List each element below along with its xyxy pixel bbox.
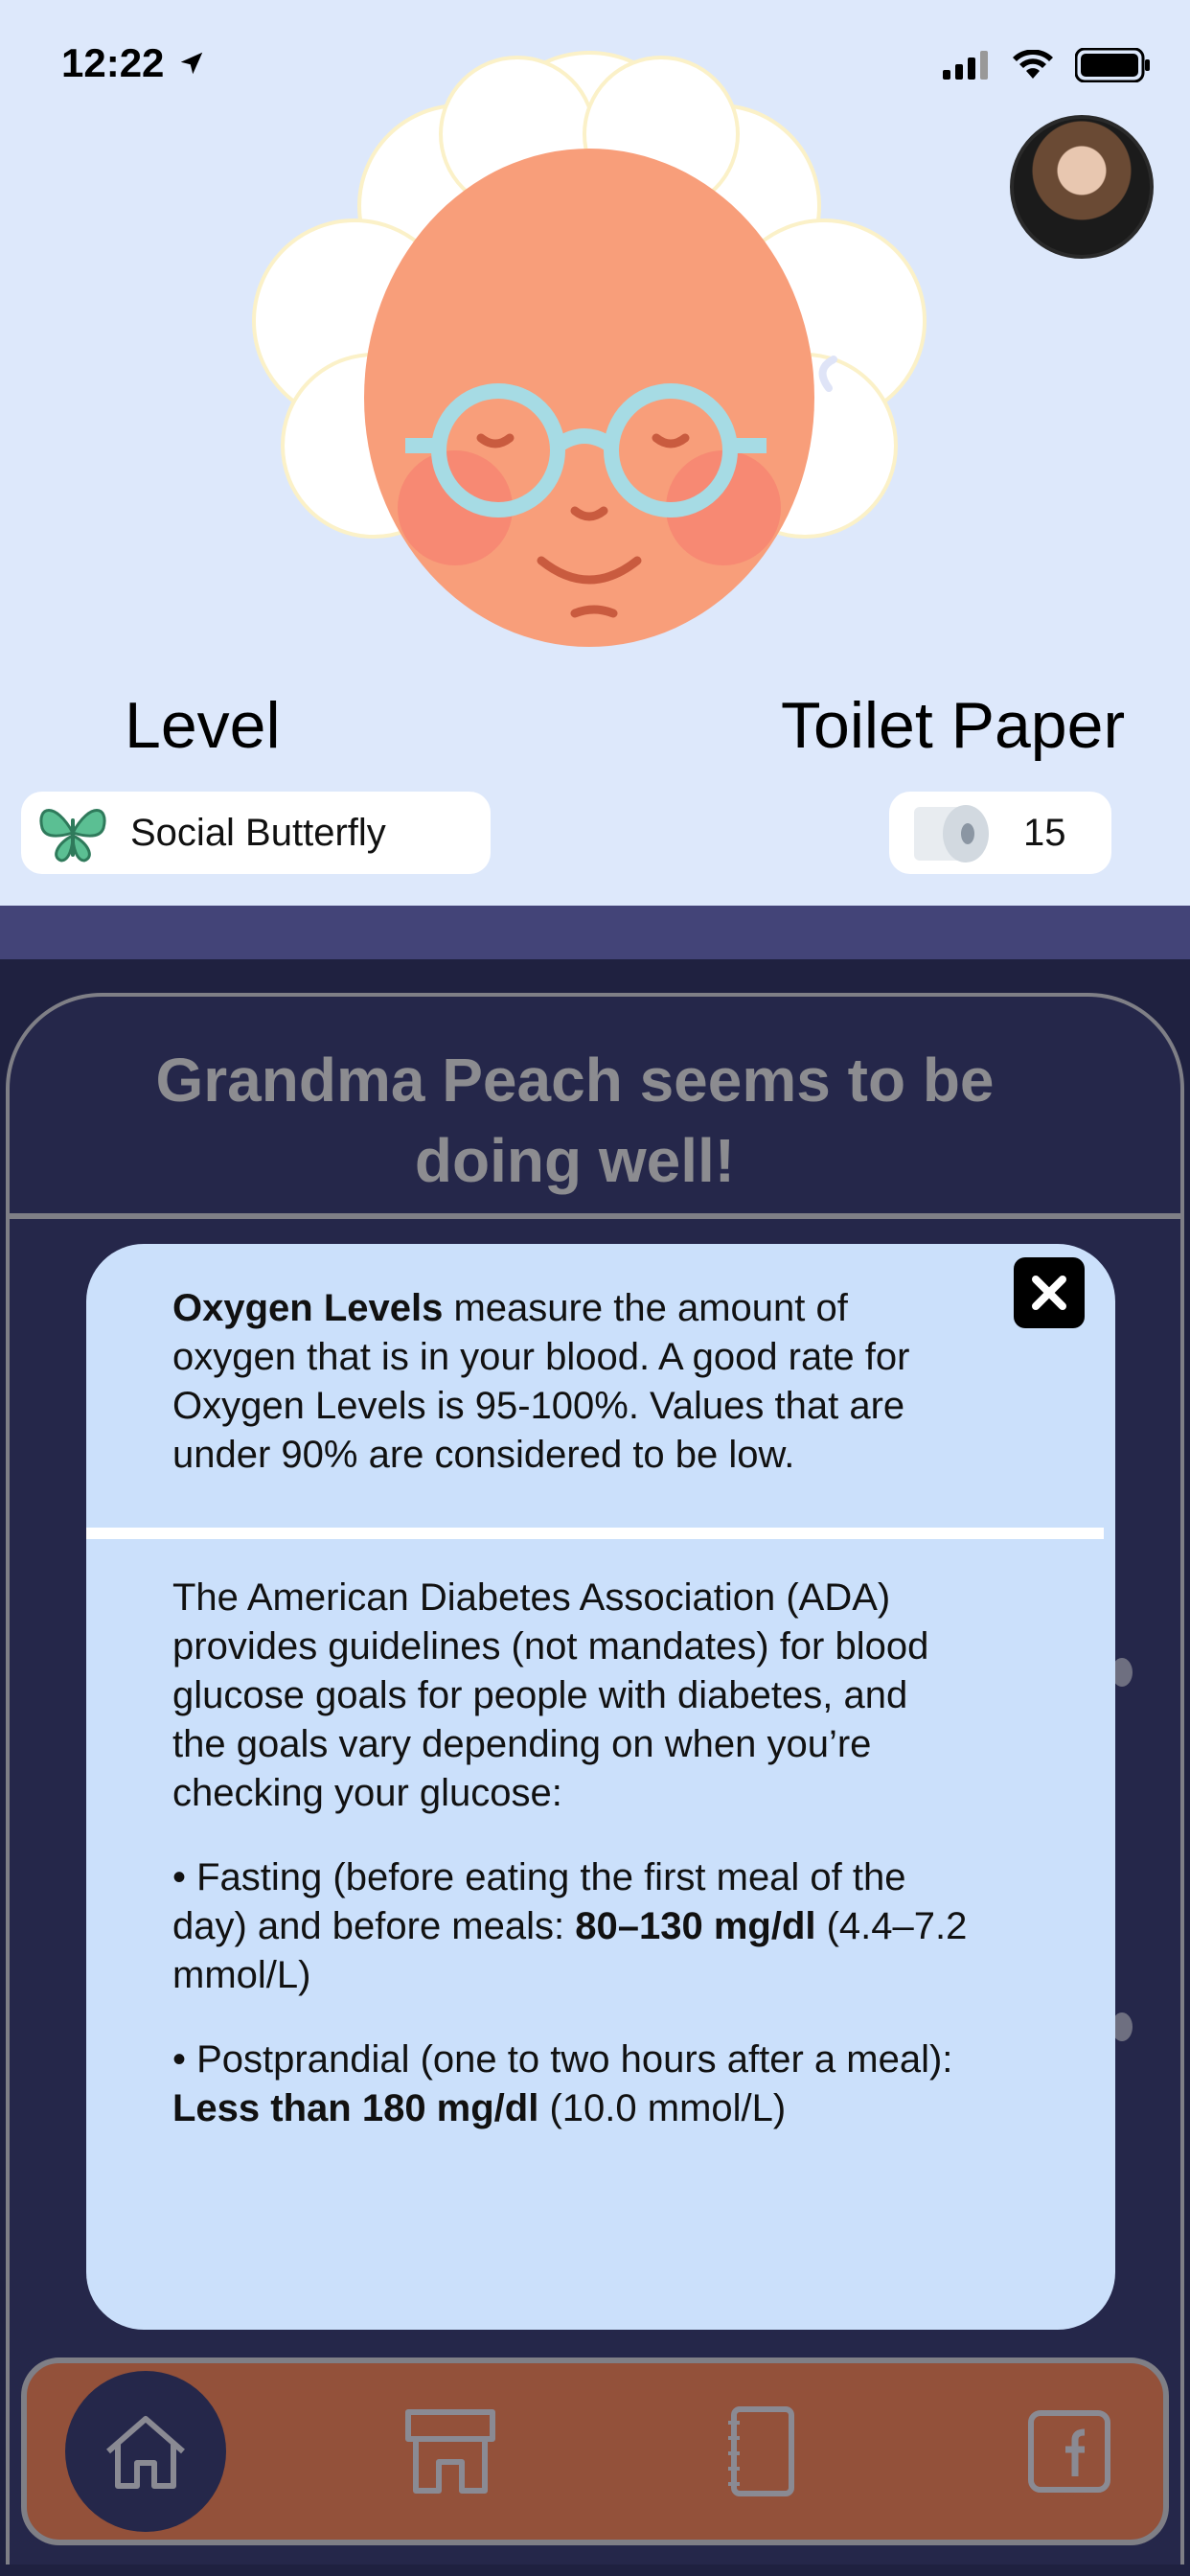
battery-icon xyxy=(1075,48,1150,82)
grandma-peach-avatar xyxy=(252,51,927,647)
title-line-2: doing well! xyxy=(414,1126,736,1195)
oxygen-line-1: measure the amount of xyxy=(443,1287,848,1329)
fasting-mmol: (4.4–7.2 xyxy=(815,1905,968,1947)
oxygen-line-3: Oxygen Levels is 95-100%. Values that ar… xyxy=(172,1385,905,1427)
toilet-paper-count-badge: 15 xyxy=(889,792,1111,874)
header-divider-band xyxy=(0,906,1190,963)
user-profile-photo[interactable] xyxy=(1010,115,1154,259)
level-badge: Social Butterfly xyxy=(21,792,491,874)
oxygen-info-text: Oxygen Levels measure the amount of oxyg… xyxy=(172,1284,1054,1480)
store-icon xyxy=(405,2409,495,2494)
fasting-line-3: mmol/L) xyxy=(172,1954,311,1996)
oxygen-line-2: oxygen that is in your blood. A good rat… xyxy=(172,1336,910,1378)
ada-line-4: the goals vary depending on when you’re xyxy=(172,1723,872,1765)
postprandial-line-1: • Postprandial (one to two hours after a… xyxy=(172,2038,953,2081)
fasting-range: 80–130 mg/dl xyxy=(575,1905,816,1947)
level-name: Social Butterfly xyxy=(130,811,386,854)
fasting-line-1: • Fasting (before eating the first meal … xyxy=(172,1856,906,1898)
status-bar-time: 12:22 xyxy=(61,40,206,86)
level-heading: Level xyxy=(125,689,281,762)
fasting-line-2: day) and before meals: xyxy=(172,1905,576,1947)
card-divider xyxy=(6,1213,1184,1219)
oxygen-line-4: under 90% are considered to be low. xyxy=(172,1434,795,1476)
postprandial-range: Less than 180 mg/dl xyxy=(172,2087,539,2129)
status-card-title: Grandma Peach seems to be doing well! xyxy=(57,1040,1092,1201)
ada-line-5: checking your glucose: xyxy=(172,1772,562,1814)
butterfly-icon xyxy=(39,809,106,862)
time-text: 12:22 xyxy=(61,40,165,85)
status-bar-indicators xyxy=(943,48,1152,82)
home-icon xyxy=(106,2416,185,2489)
nav-journal-button[interactable] xyxy=(722,2404,799,2499)
toilet-paper-count: 15 xyxy=(1023,811,1066,854)
facebook-icon xyxy=(1028,2410,1110,2493)
modal-separator xyxy=(86,1528,1104,1539)
location-arrow-icon xyxy=(181,52,203,75)
nav-facebook-button[interactable] xyxy=(1025,2407,1113,2496)
oxygen-term: Oxygen Levels xyxy=(172,1287,444,1329)
nav-store-button[interactable] xyxy=(402,2405,498,2497)
title-line-1: Grandma Peach seems to be xyxy=(155,1046,995,1115)
ada-line-1: The American Diabetes Association (ADA) xyxy=(172,1576,891,1619)
toilet-paper-heading: Toilet Paper xyxy=(781,689,1126,762)
toilet-paper-icon xyxy=(914,805,989,862)
nav-home-button[interactable] xyxy=(65,2371,226,2532)
ada-line-2: provides guidelines (not mandates) for b… xyxy=(172,1625,929,1668)
notebook-icon xyxy=(728,2406,794,2496)
ada-line-3: glucose goals for people with diabetes, … xyxy=(172,1674,908,1716)
postprandial-mmol: (10.0 mmol/L) xyxy=(538,2087,787,2129)
ada-info-text: The American Diabetes Association (ADA) … xyxy=(172,1574,1054,2133)
wifi-icon xyxy=(1013,50,1053,79)
